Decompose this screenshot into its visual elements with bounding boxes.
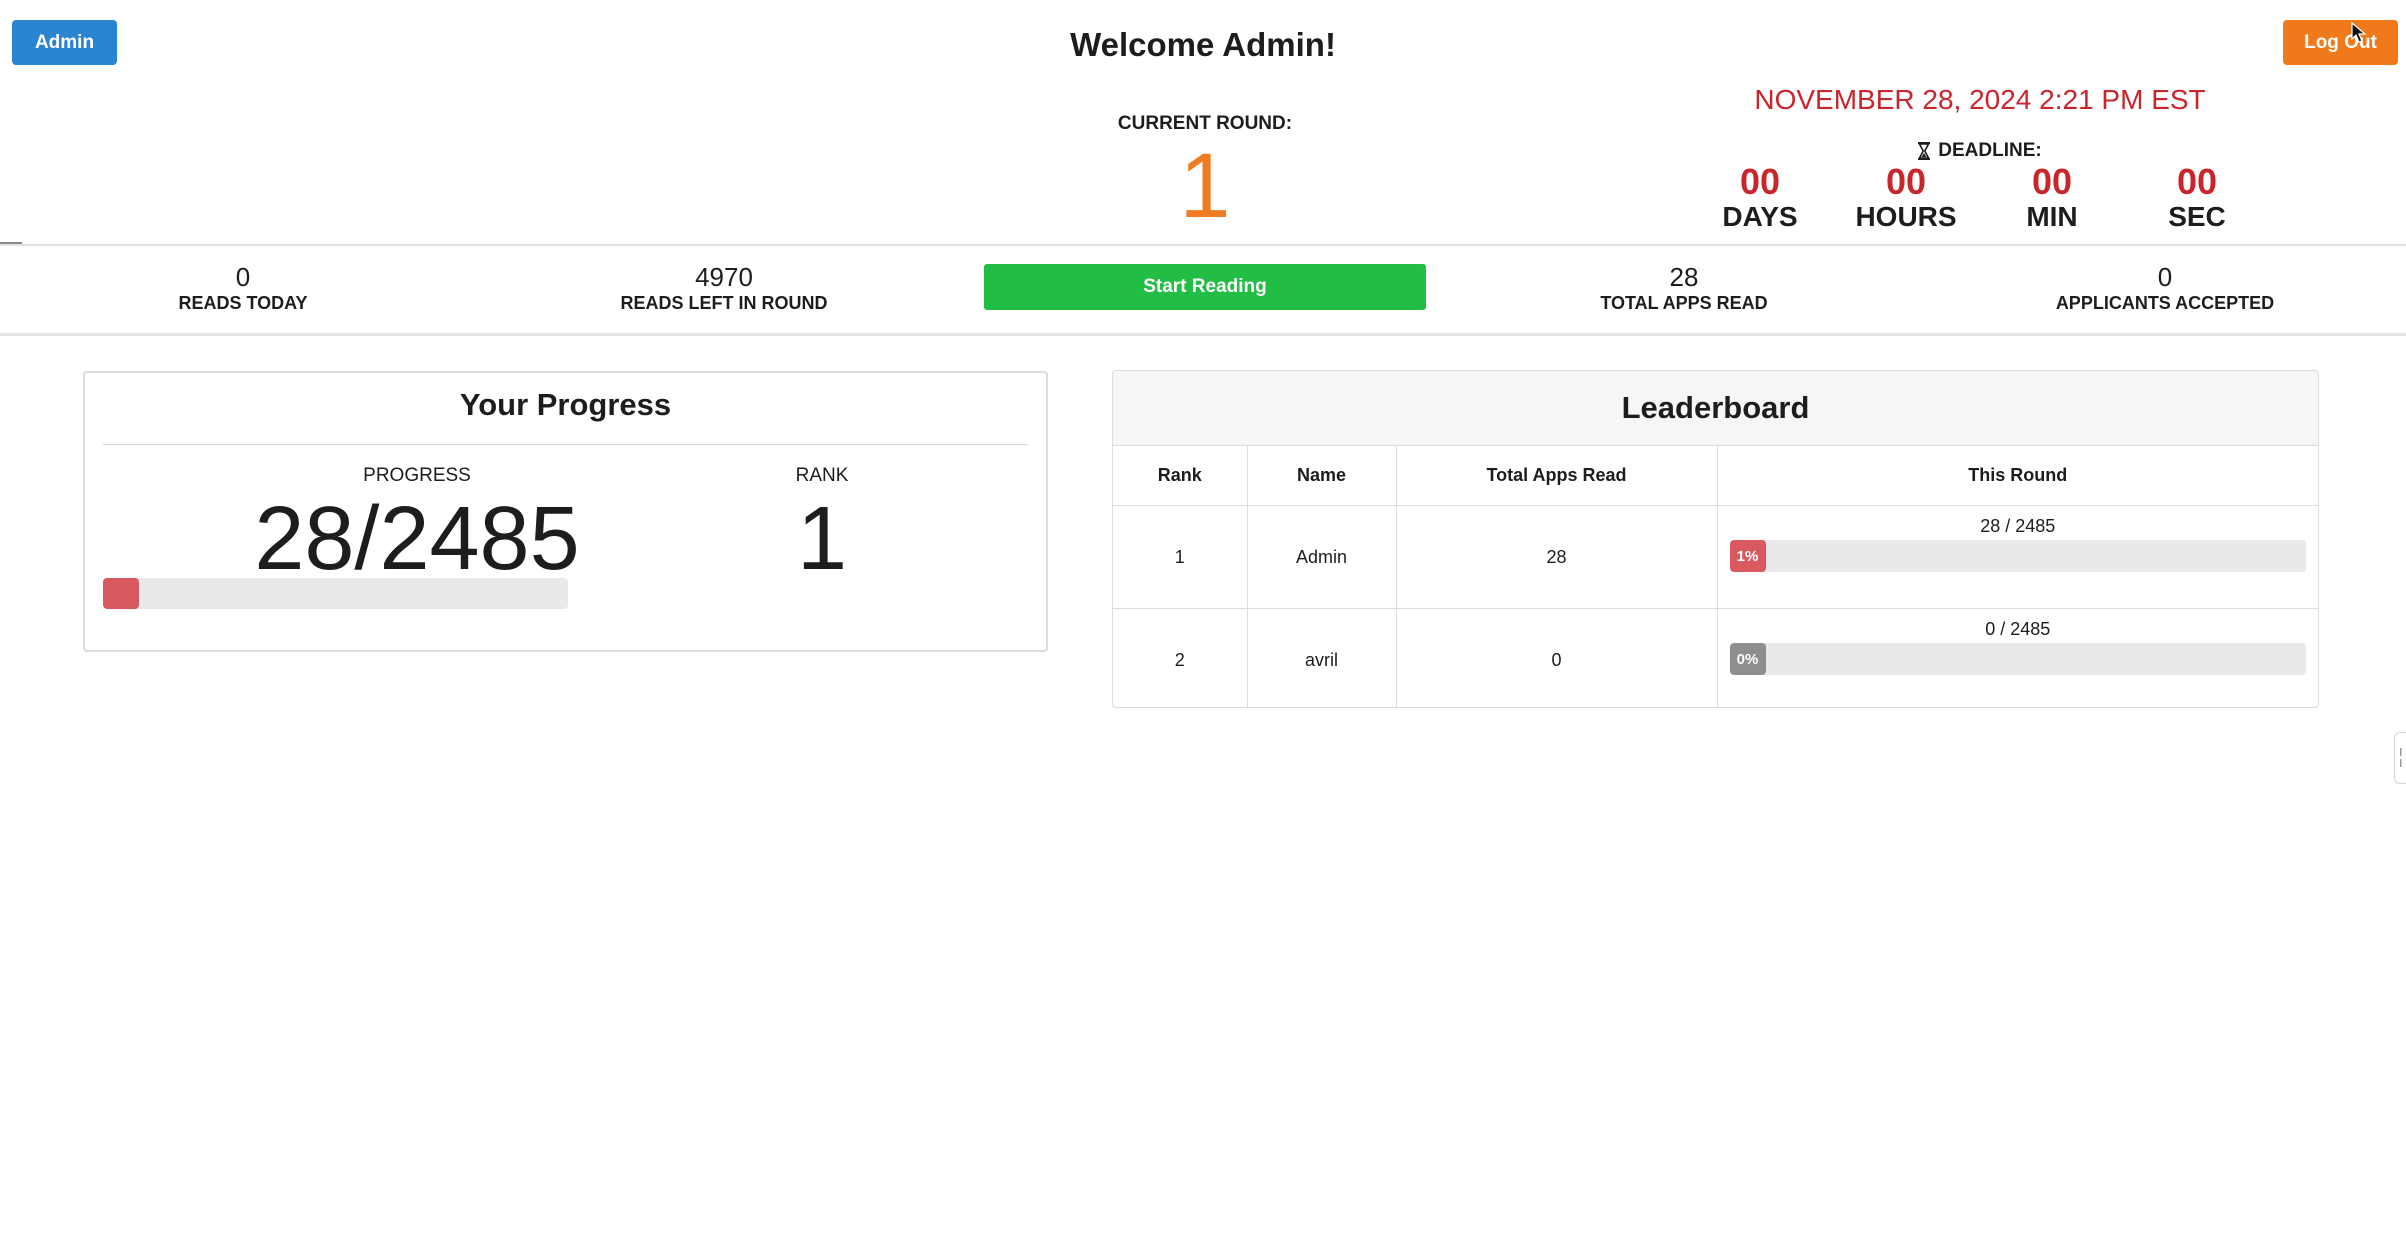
applicants-accepted-value: 0 <box>2157 262 2173 292</box>
admin-button[interactable]: Admin <box>12 20 117 65</box>
progress-label: PROGRESS <box>363 465 471 486</box>
progress-bar-fill <box>103 578 139 609</box>
progress-bar-track <box>103 578 568 609</box>
rank-cell: 2 <box>1113 608 1248 707</box>
round-progress-track: 1% <box>1729 540 2306 572</box>
column-header-total-apps-read[interactable]: Total Apps Read <box>1396 446 1718 506</box>
countdown-sec-value: 00 <box>2176 161 2218 202</box>
round-count-text: 0 / 2485 <box>1985 619 2051 639</box>
reads-today-value: 0 <box>235 262 251 292</box>
deadline-label: DEADLINE: <box>1938 140 2042 161</box>
countdown-sec-label: SEC <box>2168 201 2226 232</box>
total-apps-cell: 0 <box>1396 608 1718 707</box>
side-drawer-handle[interactable] <box>2394 732 2406 784</box>
countdown-min-label: MIN <box>2026 201 2078 232</box>
mouse-cursor-icon <box>2351 22 2367 43</box>
round-progress-track: 0% <box>1729 643 2306 675</box>
total-apps-read-label: TOTAL APPS READ <box>1600 293 1768 313</box>
deadline-label-row: DEADLINE: <box>1880 140 2080 162</box>
stat-reads-today: 0 READS TODAY <box>63 262 423 314</box>
progress-value: 28/2485 <box>254 489 580 589</box>
table-row: 2 avril 0 0 / 2485 0% <box>1113 608 2318 708</box>
grip-icon <box>2400 748 2402 767</box>
name-cell: avril <box>1247 608 1397 707</box>
stat-total-apps-read: 28 TOTAL APPS READ <box>1504 262 1864 314</box>
countdown-days-label: DAYS <box>1722 201 1798 232</box>
countdown-days-value: 00 <box>1739 161 1781 202</box>
name-cell: Admin <box>1247 505 1397 609</box>
leaderboard-header-row: Rank Name Total Apps Read This Round <box>1113 446 2318 506</box>
current-datetime: NOVEMBER 28, 2024 2:21 PM EST <box>1754 84 2206 115</box>
round-progress-badge: 1% <box>1729 540 1766 572</box>
leaderboard-table: Rank Name Total Apps Read This Round 1 A… <box>1113 446 2318 708</box>
progress-card-title: Your Progress <box>459 387 672 422</box>
rank-label: RANK <box>795 465 849 486</box>
hourglass-icon <box>1918 142 1931 160</box>
countdown-hours-value: 00 <box>1885 161 1927 202</box>
stat-applicants-accepted: 0 APPLICANTS ACCEPTED <box>1985 262 2345 314</box>
total-apps-cell: 28 <box>1396 505 1718 609</box>
leaderboard-card: Leaderboard Rank Name Total Apps Read Th… <box>1112 370 2319 708</box>
column-header-name[interactable]: Name <box>1247 446 1397 506</box>
rank-value: 1 <box>796 489 848 589</box>
column-header-this-round[interactable]: This Round <box>1717 446 2318 506</box>
stat-reads-left: 4970 READS LEFT IN ROUND <box>544 262 904 314</box>
logout-button[interactable]: Log Out <box>2283 20 2398 65</box>
round-progress-badge: 0% <box>1729 643 1766 675</box>
applicants-accepted-label: APPLICANTS ACCEPTED <box>2055 293 2275 313</box>
this-round-cell: 0 / 2485 0% <box>1717 609 2318 708</box>
countdown-hours: 00 HOURS <box>1841 163 1971 233</box>
reads-left-value: 4970 <box>695 262 753 292</box>
leaderboard-title: Leaderboard <box>1113 371 2318 446</box>
table-row: 1 Admin 28 28 / 2485 1% <box>1113 505 2318 609</box>
reads-left-label: READS LEFT IN ROUND <box>620 293 828 313</box>
this-round-cell: 28 / 2485 1% <box>1717 505 2318 609</box>
dashboard-page: Admin Welcome Admin! Log Out CURRENT ROU… <box>0 0 2406 1246</box>
header-divider <box>0 244 2406 246</box>
countdown-sec: 00 SEC <box>2132 163 2262 233</box>
welcome-heading: Welcome Admin! <box>1070 26 1336 63</box>
rank-cell: 1 <box>1113 505 1248 609</box>
progress-card: Your Progress PROGRESS 28/2485 RANK 1 <box>83 371 1048 652</box>
round-count-text: 28 / 2485 <box>1980 516 2056 536</box>
countdown-min: 00 MIN <box>1987 163 2117 233</box>
progress-card-divider <box>103 444 1028 445</box>
countdown-days: 00 DAYS <box>1695 163 1825 233</box>
current-round-value: 1 <box>1179 135 1231 237</box>
column-header-rank[interactable]: Rank <box>1113 446 1248 506</box>
reads-today-label: READS TODAY <box>178 293 308 313</box>
total-apps-read-value: 28 <box>1669 262 1699 292</box>
countdown-hours-label: HOURS <box>1855 201 1957 232</box>
countdown-min-value: 00 <box>2031 161 2073 202</box>
stats-divider <box>0 333 2406 336</box>
current-round-label: CURRENT ROUND: <box>1117 113 1293 134</box>
start-reading-button[interactable]: Start Reading <box>984 264 1426 310</box>
